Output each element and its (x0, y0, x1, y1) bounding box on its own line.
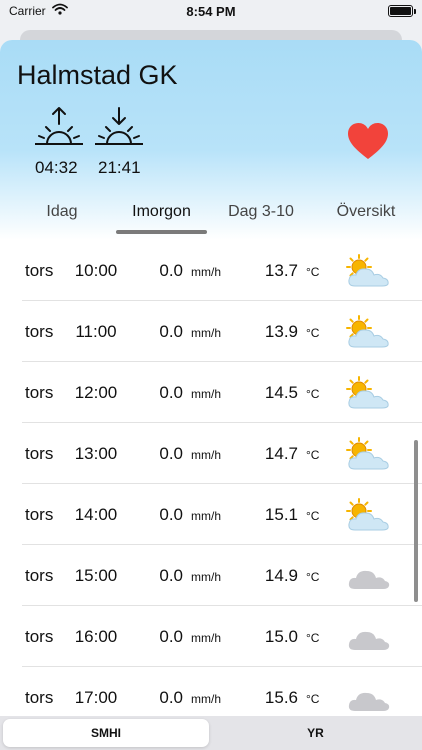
status-bar: Carrier 8:54 PM (0, 0, 422, 28)
status-time: 8:54 PM (186, 4, 236, 19)
row-precipitation: 0.0 (159, 688, 183, 707)
temperature-unit: °C (306, 448, 320, 462)
precipitation-unit: mm/h (191, 448, 221, 462)
partly-cloudy-icon (346, 254, 390, 293)
row-precipitation: 0.0 (159, 566, 183, 585)
tab-imorgon[interactable]: Imorgon (116, 203, 207, 221)
cloud-icon (346, 620, 390, 659)
forecast-row: tors 15:00 0.0 mm/h 14.9 °C (0, 545, 422, 606)
row-precipitation: 0.0 (159, 444, 183, 463)
temperature-unit: °C (306, 387, 320, 401)
precipitation-unit: mm/h (191, 570, 221, 584)
precipitation-unit: mm/h (191, 692, 221, 706)
precipitation-unit: mm/h (191, 387, 221, 401)
sunset-icon (93, 106, 145, 155)
row-day: tors (25, 383, 54, 402)
row-hour: 13:00 (74, 444, 118, 463)
weather-sheet: Halmstad GK 04:32 21:41 Idag Imorgon Dag… (0, 40, 422, 750)
scroll-indicator[interactable] (414, 440, 418, 602)
row-hour: 12:00 (74, 383, 118, 402)
row-temperature: 14.9 (264, 566, 298, 585)
row-hour: 17:00 (74, 688, 118, 707)
row-day: tors (25, 322, 54, 341)
row-day: tors (25, 505, 54, 524)
row-temperature: 13.9 (264, 322, 298, 341)
tab-oversikt[interactable]: Översikt (320, 203, 412, 221)
partly-cloudy-icon (346, 437, 390, 476)
segment-yr[interactable]: YR (212, 719, 419, 747)
row-hour: 14:00 (74, 505, 118, 524)
row-hour: 11:00 (75, 322, 117, 341)
page-title: Halmstad GK (17, 60, 178, 90)
cloud-icon (346, 681, 390, 720)
temperature-unit: °C (306, 570, 320, 584)
row-day: tors (25, 566, 54, 585)
precipitation-unit: mm/h (191, 265, 221, 279)
forecast-row: tors 11:00 0.0 mm/h 13.9 °C (0, 301, 422, 362)
precipitation-unit: mm/h (191, 631, 221, 645)
row-hour: 15:00 (74, 566, 118, 585)
row-precipitation: 0.0 (159, 627, 183, 646)
tab-dag-3-10[interactable]: Dag 3-10 (216, 203, 306, 221)
tab-idag[interactable]: Idag (30, 203, 94, 221)
temperature-unit: °C (306, 265, 320, 279)
row-precipitation: 0.0 (159, 383, 183, 402)
temperature-unit: °C (306, 631, 320, 645)
temperature-unit: °C (306, 509, 320, 523)
row-precipitation: 0.0 (159, 261, 183, 280)
cloud-icon (346, 559, 390, 598)
battery-icon (388, 5, 416, 17)
forecast-row: tors 10:00 0.0 mm/h 13.7 °C (0, 240, 422, 301)
header: Halmstad GK 04:32 21:41 Idag Imorgon Dag… (0, 40, 422, 240)
row-day: tors (25, 444, 54, 463)
active-tab-indicator (116, 230, 207, 234)
sunrise-icon (33, 106, 85, 155)
temperature-unit: °C (306, 326, 320, 340)
forecast-row: tors 14:00 0.0 mm/h 15.1 °C (0, 484, 422, 545)
row-day: tors (25, 261, 54, 280)
row-temperature: 14.7 (264, 444, 298, 463)
row-temperature: 13.7 (264, 261, 298, 280)
row-day: tors (25, 627, 54, 646)
row-hour: 16:00 (74, 627, 118, 646)
row-temperature: 15.0 (264, 627, 298, 646)
partly-cloudy-icon (346, 315, 390, 354)
forecast-row: tors 12:00 0.0 mm/h 14.5 °C (0, 362, 422, 423)
row-hour: 10:00 (74, 261, 118, 280)
row-precipitation: 0.0 (159, 505, 183, 524)
segment-smhi[interactable]: SMHI (3, 719, 209, 747)
forecast-row: tors 16:00 0.0 mm/h 15.0 °C (0, 606, 422, 667)
source-selector: SMHI YR (0, 716, 422, 750)
partly-cloudy-icon (346, 376, 390, 415)
row-precipitation: 0.0 (159, 322, 183, 341)
partly-cloudy-icon (346, 498, 390, 537)
sunset-time: 21:41 (98, 158, 141, 177)
precipitation-unit: mm/h (191, 509, 221, 523)
precipitation-unit: mm/h (191, 326, 221, 340)
favorite-heart-icon[interactable] (347, 122, 389, 165)
row-temperature: 14.5 (264, 383, 298, 402)
temperature-unit: °C (306, 692, 320, 706)
row-day: tors (25, 688, 54, 707)
forecast-row: tors 13:00 0.0 mm/h 14.7 °C (0, 423, 422, 484)
day-tabs: Idag Imorgon Dag 3-10 Översikt (0, 200, 422, 240)
sunrise-time: 04:32 (35, 158, 78, 177)
row-temperature: 15.1 (264, 505, 298, 524)
row-temperature: 15.6 (264, 688, 298, 707)
